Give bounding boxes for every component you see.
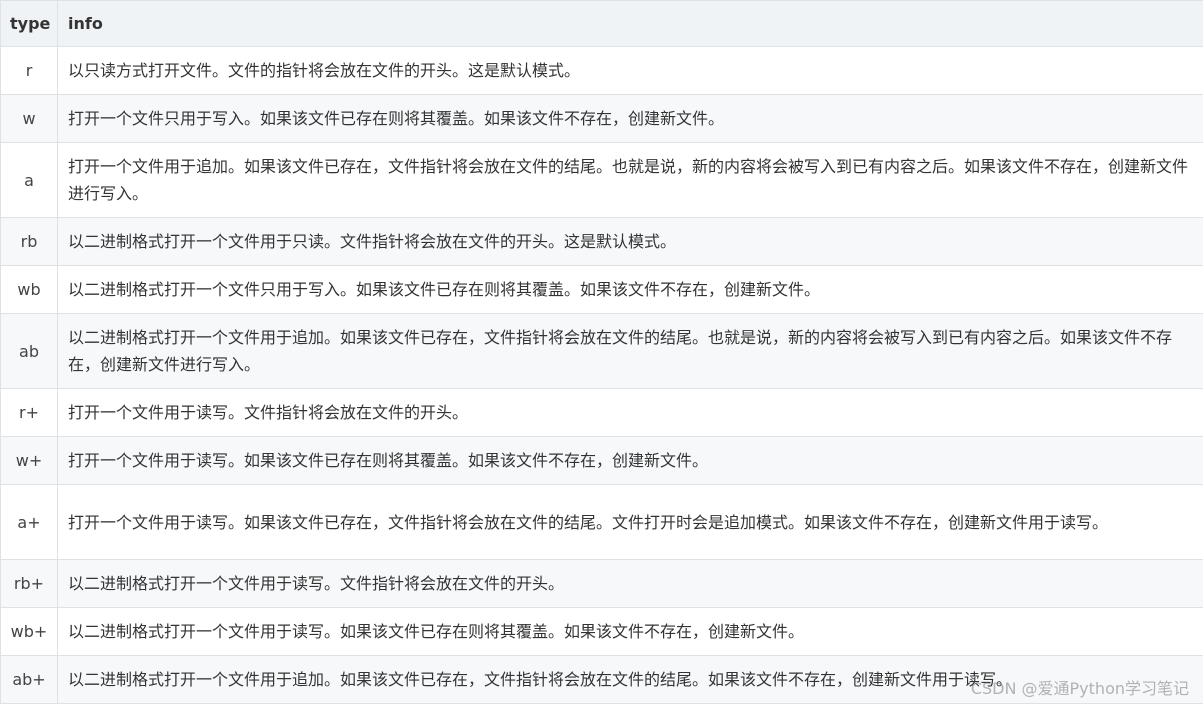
table-body: r 以只读方式打开文件。文件的指针将会放在文件的开头。这是默认模式。 w 打开一… — [0, 46, 1203, 704]
type-cell: a — [0, 142, 58, 218]
info-cell: 打开一个文件用于读写。文件指针将会放在文件的开头。 — [57, 388, 1203, 437]
file-modes-table: type info r 以只读方式打开文件。文件的指针将会放在文件的开头。这是默… — [0, 0, 1203, 704]
type-cell: a+ — [0, 484, 58, 560]
table-row: wb 以二进制格式打开一个文件只用于写入。如果该文件已存在则将其覆盖。如果该文件… — [0, 265, 1203, 314]
table-row: r 以只读方式打开文件。文件的指针将会放在文件的开头。这是默认模式。 — [0, 46, 1203, 95]
table-row: a+ 打开一个文件用于读写。如果该文件已存在，文件指针将会放在文件的结尾。文件打… — [0, 484, 1203, 560]
type-cell: w — [0, 94, 58, 143]
type-cell: rb — [0, 217, 58, 266]
info-cell: 以只读方式打开文件。文件的指针将会放在文件的开头。这是默认模式。 — [57, 46, 1203, 95]
table-row: r+ 打开一个文件用于读写。文件指针将会放在文件的开头。 — [0, 388, 1203, 437]
info-cell: 以二进制格式打开一个文件只用于写入。如果该文件已存在则将其覆盖。如果该文件不存在… — [57, 265, 1203, 314]
info-cell: 以二进制格式打开一个文件用于追加。如果该文件已存在，文件指针将会放在文件的结尾。… — [57, 655, 1203, 704]
table-row: w 打开一个文件只用于写入。如果该文件已存在则将其覆盖。如果该文件不存在，创建新… — [0, 94, 1203, 143]
table-row: rb+ 以二进制格式打开一个文件用于读写。文件指针将会放在文件的开头。 — [0, 559, 1203, 608]
type-cell: wb — [0, 265, 58, 314]
info-cell: 打开一个文件用于读写。如果该文件已存在，文件指针将会放在文件的结尾。文件打开时会… — [57, 484, 1203, 560]
info-cell: 以二进制格式打开一个文件用于读写。如果该文件已存在则将其覆盖。如果该文件不存在，… — [57, 607, 1203, 656]
type-cell: ab — [0, 313, 58, 389]
info-cell: 打开一个文件用于追加。如果该文件已存在，文件指针将会放在文件的结尾。也就是说，新… — [57, 142, 1203, 218]
info-cell: 以二进制格式打开一个文件用于追加。如果该文件已存在，文件指针将会放在文件的结尾。… — [57, 313, 1203, 389]
info-cell: 打开一个文件只用于写入。如果该文件已存在则将其覆盖。如果该文件不存在，创建新文件… — [57, 94, 1203, 143]
page: type info r 以只读方式打开文件。文件的指针将会放在文件的开头。这是默… — [0, 0, 1203, 705]
type-cell: w+ — [0, 436, 58, 485]
table-row: ab+ 以二进制格式打开一个文件用于追加。如果该文件已存在，文件指针将会放在文件… — [0, 655, 1203, 704]
header-type: type — [0, 0, 58, 47]
table-row: ab 以二进制格式打开一个文件用于追加。如果该文件已存在，文件指针将会放在文件的… — [0, 313, 1203, 389]
info-cell: 以二进制格式打开一个文件用于读写。文件指针将会放在文件的开头。 — [57, 559, 1203, 608]
header-row: type info — [0, 0, 1203, 47]
type-cell: r+ — [0, 388, 58, 437]
type-cell: r — [0, 46, 58, 95]
table-row: w+ 打开一个文件用于读写。如果该文件已存在则将其覆盖。如果该文件不存在，创建新… — [0, 436, 1203, 485]
header-info: info — [57, 0, 1203, 47]
type-cell: wb+ — [0, 607, 58, 656]
table-row: a 打开一个文件用于追加。如果该文件已存在，文件指针将会放在文件的结尾。也就是说… — [0, 142, 1203, 218]
type-cell: rb+ — [0, 559, 58, 608]
table-row: wb+ 以二进制格式打开一个文件用于读写。如果该文件已存在则将其覆盖。如果该文件… — [0, 607, 1203, 656]
info-cell: 打开一个文件用于读写。如果该文件已存在则将其覆盖。如果该文件不存在，创建新文件。 — [57, 436, 1203, 485]
table-header: type info — [0, 0, 1203, 47]
info-cell: 以二进制格式打开一个文件用于只读。文件指针将会放在文件的开头。这是默认模式。 — [57, 217, 1203, 266]
type-cell: ab+ — [0, 655, 58, 704]
table-row: rb 以二进制格式打开一个文件用于只读。文件指针将会放在文件的开头。这是默认模式… — [0, 217, 1203, 266]
